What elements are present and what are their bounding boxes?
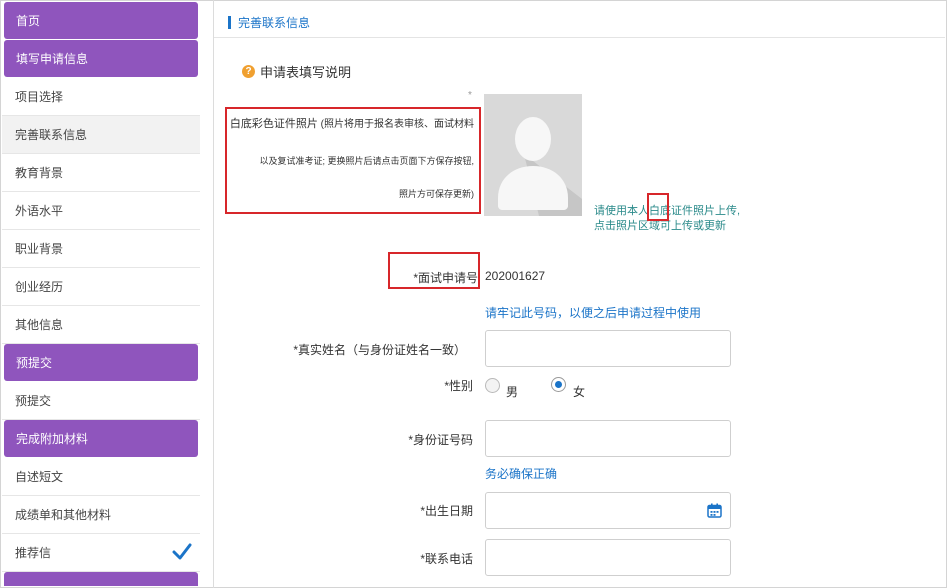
- phone-label: *联系电话: [420, 552, 473, 566]
- calendar-icon[interactable]: [707, 503, 722, 518]
- phone-input[interactable]: [485, 539, 731, 576]
- gender-label: *性别: [444, 379, 473, 393]
- application-no-label: *面试申请号: [413, 271, 478, 285]
- id-number-input[interactable]: [485, 420, 731, 457]
- sidebar-item-label: 外语水平: [15, 204, 64, 218]
- instructions-link[interactable]: ? 申请表填写说明: [242, 62, 351, 81]
- sidebar-item-transcripts[interactable]: 成绩单和其他材料: [2, 496, 200, 534]
- sidebar-item-label: 创业经历: [15, 280, 64, 294]
- gender-female-label: 女: [573, 385, 586, 399]
- id-number-label: *身份证号码: [408, 433, 473, 447]
- gender-male-label: 男: [506, 385, 519, 399]
- real-name-label: *真实姓名（与身份证姓名一致）: [293, 343, 466, 357]
- sidebar-item-label: 自述短文: [15, 470, 64, 484]
- sidebar-nav: 首页 填写申请信息 项目选择 完善联系信息 教育背景 外语水平 职业背景 创业经…: [2, 2, 200, 586]
- avatar-placeholder-icon: [484, 94, 582, 216]
- sidebar-item-label: 填写申请信息: [16, 52, 89, 66]
- photo-note-line3: 照片方可保存更新): [399, 189, 474, 199]
- title-accent-bar: [228, 15, 231, 29]
- application-no-value: 202001627: [485, 269, 546, 283]
- sidebar-item-education[interactable]: 教育背景: [2, 154, 200, 192]
- sidebar-item-entrepreneurship[interactable]: 创业经历: [2, 268, 200, 306]
- question-icon: ?: [242, 65, 255, 78]
- sidebar-item-personal-statement[interactable]: 自述短文: [2, 458, 200, 496]
- main-content: 完善联系信息 ? 申请表填写说明 * 白底彩色证件照片 (照片将用于报名表审核、…: [214, 0, 945, 588]
- sidebar-section-next[interactable]: [4, 572, 198, 586]
- birth-date-label: *出生日期: [420, 504, 473, 518]
- sidebar-item-label: 完善联系信息: [15, 128, 88, 142]
- photo-required-mark: *: [468, 90, 472, 101]
- instructions-title: 申请表填写说明: [260, 65, 352, 80]
- sidebar-item-language[interactable]: 外语水平: [2, 192, 200, 230]
- photo-note-line1: 白底彩色证件照片 (照片将用于报名表审核、面试材料: [227, 117, 474, 132]
- photo-note-line2: 以及复试准考证; 更换照片后请点击页面下方保存按钮,: [259, 156, 474, 166]
- sidebar-item-label: 预提交: [15, 394, 52, 408]
- sidebar-item-label: 首页: [16, 14, 41, 28]
- gender-female-radio[interactable]: [551, 377, 566, 392]
- page-header: 完善联系信息: [228, 12, 310, 32]
- page-title: 完善联系信息: [238, 15, 311, 30]
- sidebar-section-pre-submit[interactable]: 预提交: [4, 344, 198, 381]
- sidebar-item-recommendation[interactable]: 推荐信: [2, 534, 200, 572]
- sidebar-item-label: 其他信息: [15, 318, 64, 332]
- white-background-highlight-box: [647, 193, 669, 221]
- real-name-input[interactable]: [485, 330, 731, 367]
- photo-hint-line2: 点击照片区域可上传或更新: [594, 220, 726, 232]
- sidebar-item-contact-info[interactable]: 完善联系信息: [2, 116, 200, 154]
- sidebar-section-additional-materials[interactable]: 完成附加材料: [4, 420, 198, 457]
- photo-note-text1: (照片将用于报名表审核、面试材料: [320, 119, 474, 130]
- sidebar-item-label: 完成附加材料: [16, 432, 89, 446]
- sidebar-item-other-info[interactable]: 其他信息: [2, 306, 200, 344]
- photo-note-highlight-box: 白底彩色证件照片 (照片将用于报名表审核、面试材料 以及复试准考证; 更换照片后…: [225, 107, 481, 214]
- id-number-note: 务必确保正确: [485, 467, 558, 481]
- photo-upload-area[interactable]: [484, 94, 582, 216]
- sidebar-item-label: 预提交: [16, 356, 53, 370]
- sidebar-section-fill-application[interactable]: 填写申请信息: [4, 40, 198, 77]
- application-no-note: 请牢记此号码，以便之后申请过程中使用: [485, 306, 702, 320]
- sidebar-item-label: 项目选择: [15, 90, 64, 104]
- sidebar-item-pre-submit[interactable]: 预提交: [2, 382, 200, 420]
- birth-date-input[interactable]: [485, 492, 731, 529]
- sidebar-item-career[interactable]: 职业背景: [2, 230, 200, 268]
- sidebar-item-label: 成绩单和其他材料: [15, 508, 112, 522]
- sidebar-item-program-selection[interactable]: 项目选择: [2, 78, 200, 116]
- header-divider: [214, 37, 945, 38]
- sidebar-item-label: 职业背景: [15, 242, 64, 256]
- sidebar-section-home[interactable]: 首页: [4, 2, 198, 39]
- checkmark-icon: [172, 543, 192, 560]
- sidebar-item-label: 教育背景: [15, 166, 64, 180]
- photo-note-label: 白底彩色证件照片: [229, 118, 318, 130]
- sidebar-item-label: 推荐信: [15, 546, 52, 560]
- gender-male-radio[interactable]: [485, 378, 500, 393]
